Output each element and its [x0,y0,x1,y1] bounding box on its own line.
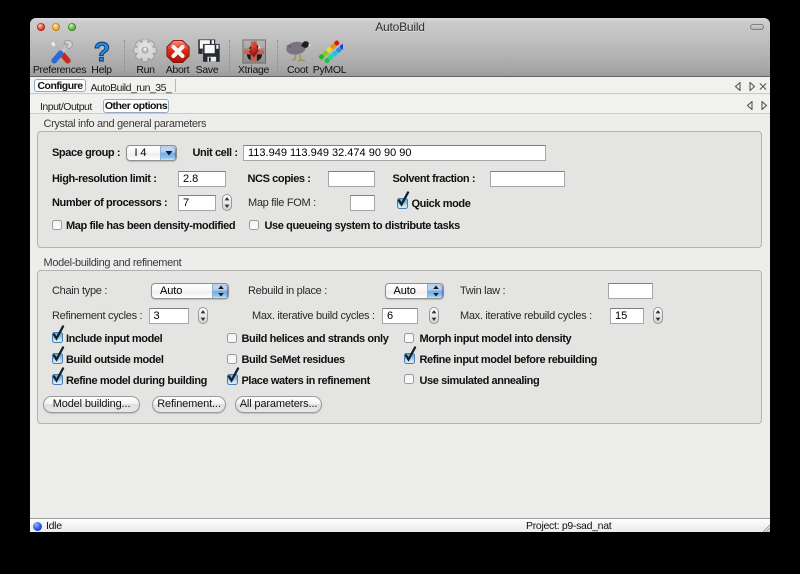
svg-text:?: ? [94,39,110,64]
